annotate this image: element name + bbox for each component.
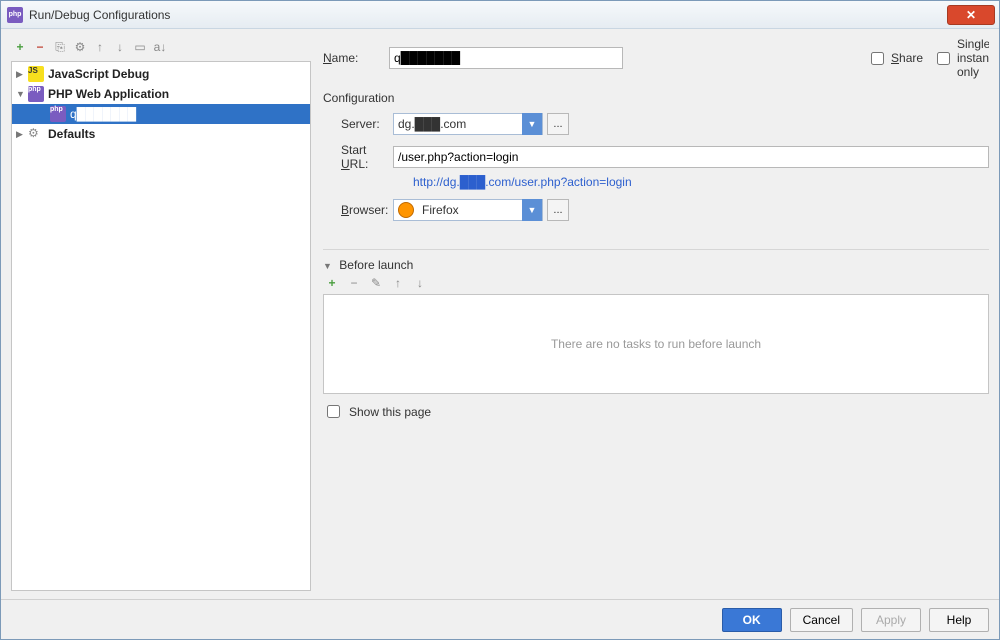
chevron-down-icon: ▼ [522,199,542,221]
configuration-section-label: Configuration [323,91,989,105]
collapse-icon: ▼ [323,261,332,271]
no-tasks-label: There are no tasks to run before launch [551,337,761,351]
tree-item-defaults[interactable]: ▶ ⚙ Defaults [12,124,310,144]
single-instance-label: Single instance only [957,37,989,79]
single-instance-wrap[interactable]: Single instance only [933,37,989,79]
app-icon: php [7,7,23,23]
url-preview: http://dg.███.com/user.php?action=login [323,175,989,189]
help-button[interactable]: Help [929,608,989,632]
tree-item-php-web-app[interactable]: ▼ php PHP Web Application [12,84,310,104]
show-this-page-wrap[interactable]: Show this page [323,402,989,421]
dialog-content: + − ⎘ ⚙ ↑ ↓ ▭ a↓ ▶ JS JavaScript Debug [1,29,999,599]
remove-config-button[interactable]: − [33,40,47,54]
name-label: Name: [323,51,379,65]
sort-alpha-button[interactable]: a↓ [153,40,167,54]
server-label: Server: [323,117,393,131]
tree-toolbar: + − ⎘ ⚙ ↑ ↓ ▭ a↓ [11,37,311,57]
chevron-down-icon: ▼ [522,113,542,135]
window-title: Run/Debug Configurations [29,8,170,22]
config-tree[interactable]: ▶ JS JavaScript Debug ▼ php PHP Web Appl… [11,61,311,591]
firefox-icon [398,202,414,218]
titlebar[interactable]: php Run/Debug Configurations ✕ [1,1,999,29]
bl-down-button[interactable]: ↓ [413,276,427,290]
before-launch-list[interactable]: There are no tasks to run before launch [323,294,989,394]
move-down-button[interactable]: ↓ [113,40,127,54]
browser-label: Browser: [323,203,393,217]
bl-edit-button[interactable]: ✎ [369,276,383,290]
folder-button[interactable]: ▭ [133,40,147,54]
dialog-footer: OK Cancel Apply Help [1,599,999,639]
move-up-button[interactable]: ↑ [93,40,107,54]
run-debug-config-dialog: php Run/Debug Configurations ✕ + − ⎘ ⚙ ↑… [0,0,1000,640]
start-url-input[interactable] [393,146,989,168]
tree-item-selected-config[interactable]: php q███████ [12,104,310,124]
close-button[interactable]: ✕ [947,5,995,25]
bl-add-button[interactable]: + [325,276,339,290]
show-this-page-checkbox[interactable] [327,405,340,418]
share-checkbox[interactable] [871,52,884,65]
start-url-label: Start URL: [323,143,393,171]
show-this-page-label: Show this page [349,405,431,419]
expand-icon: ▶ [16,69,28,80]
tree-item-js-debug[interactable]: ▶ JS JavaScript Debug [12,64,310,84]
add-config-button[interactable]: + [13,40,27,54]
before-launch-toolbar: + − ✎ ↑ ↓ [323,276,989,290]
js-debug-icon: JS [28,66,44,82]
single-instance-checkbox[interactable] [937,52,950,65]
name-input[interactable] [389,47,623,69]
copy-config-button[interactable]: ⎘ [53,40,67,54]
close-icon: ✕ [966,8,976,22]
config-form: Name: Share Single instance only Configu… [323,37,989,591]
collapse-icon: ▼ [16,89,28,99]
edit-defaults-button[interactable]: ⚙ [73,40,87,54]
share-label: Share [891,51,923,65]
server-combo[interactable]: dg.███.com ▼ [393,113,543,135]
server-browse-button[interactable]: ... [547,113,569,135]
php-config-icon: php [50,106,66,122]
expand-icon: ▶ [16,129,28,140]
browser-browse-button[interactable]: ... [547,199,569,221]
bl-up-button[interactable]: ↑ [391,276,405,290]
before-launch-header[interactable]: ▼ Before launch [323,258,989,272]
bl-remove-button[interactable]: − [347,276,361,290]
ok-button[interactable]: OK [722,608,782,632]
browser-combo[interactable]: Firefox ▼ [393,199,543,221]
share-checkbox-wrap[interactable]: Share [867,49,923,68]
cancel-button[interactable]: Cancel [790,608,853,632]
defaults-icon: ⚙ [28,126,44,142]
config-tree-pane: + − ⎘ ⚙ ↑ ↓ ▭ a↓ ▶ JS JavaScript Debug [11,37,311,591]
apply-button[interactable]: Apply [861,608,921,632]
php-web-icon: php [28,86,44,102]
